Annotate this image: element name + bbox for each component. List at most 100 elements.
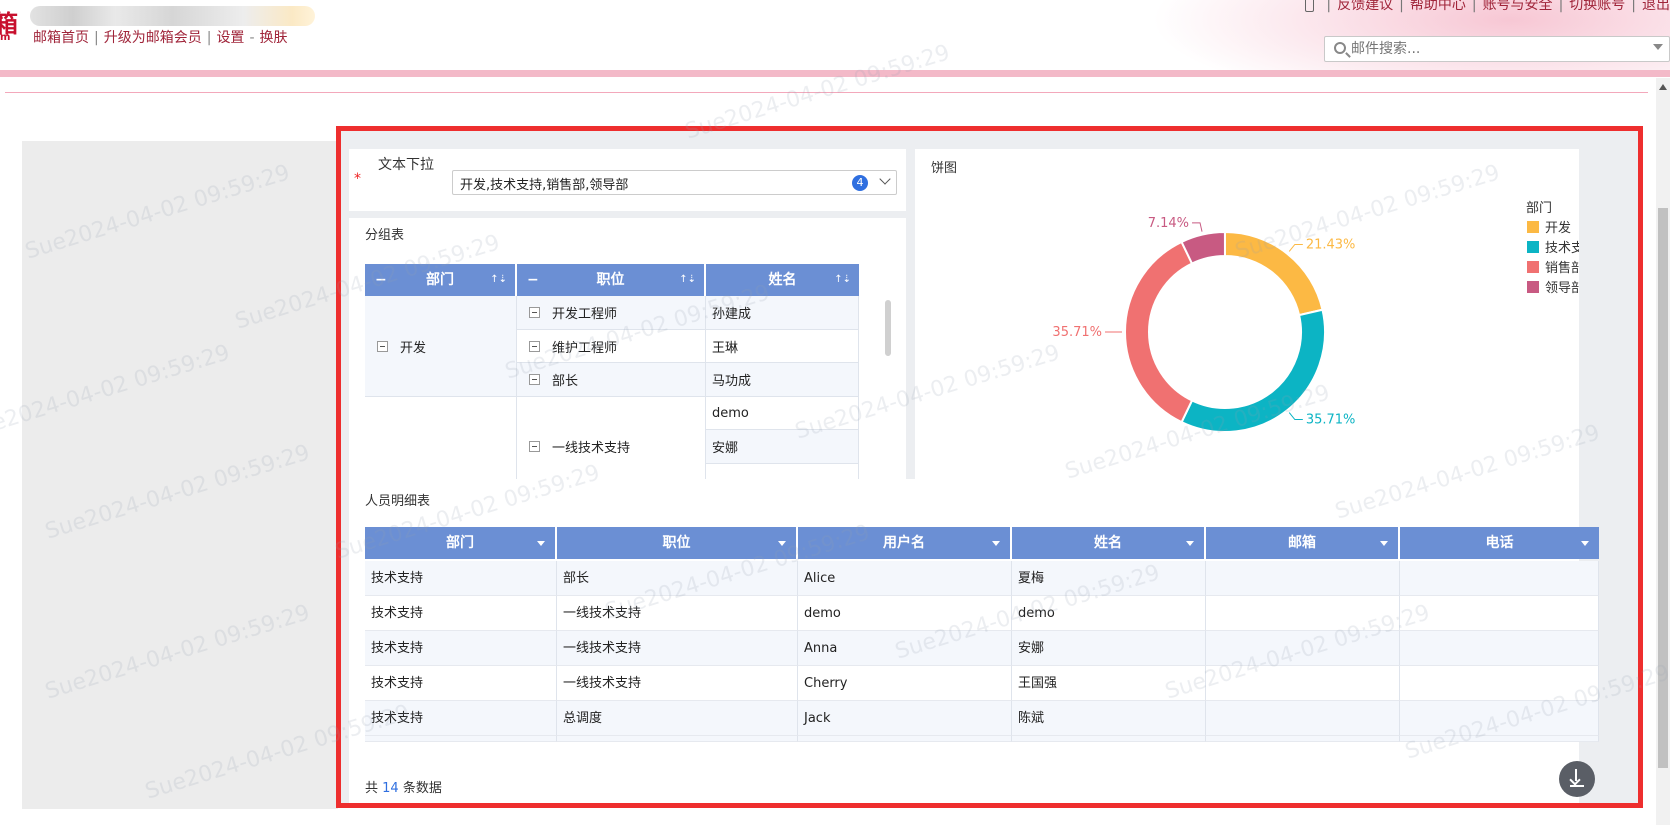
link-help-center[interactable]: 帮助中心 [1410,0,1466,13]
record-count-prefix: 共 [365,781,379,796]
cell-text: 一线技术支持 [552,441,631,456]
mail-header: 箱 m 邮箱首页 | 升级为邮箱会员 | 设置 - 换肤 | 反馈建议 | 帮助中心 | 账号与安全 |… [0,0,1670,70]
group-cell-position: 一线技术支持 [517,397,706,489]
legend-item-label[interactable]: 技术支持 [1545,241,1579,256]
link-switch-account[interactable]: 切换账号 [1569,0,1625,13]
filter-dropdown-icon[interactable] [537,541,545,546]
detail-table-cell [1400,596,1599,631]
pie-slice-2[interactable] [1124,240,1194,424]
detail-header-phone[interactable]: 电话 [1400,527,1599,559]
detail-header-position[interactable]: 职位 [557,527,798,559]
detail-header-name[interactable]: 姓名 [1012,527,1206,559]
account-name-blurred [30,6,315,26]
record-count-suffix: 条数据 [402,781,442,796]
pie-leader-line [1192,222,1203,232]
filter-dropdown-icon[interactable] [778,541,786,546]
group-table-card: 分组表 − 部门 ↑⇣ − 职位 ↑⇣ 姓名 ↑⇣ 开发 开发工程师 维护工程师… [349,218,906,489]
legend-item-label[interactable]: 开发 [1545,220,1571,236]
sort-icon[interactable]: ↑⇣ [834,264,851,296]
chevron-down-icon[interactable] [879,173,891,185]
pie-data-label: 35.71% [1052,325,1102,340]
collapse-box-icon[interactable] [529,374,540,385]
detail-table-cell: Anna [798,631,1012,666]
search-dropdown-icon[interactable] [1653,44,1663,50]
pie-leader-line [1288,243,1303,252]
collapse-box-icon[interactable] [529,340,540,352]
header-label: 电话 [1485,535,1514,551]
legend-swatch[interactable] [1527,261,1539,273]
filter-dropdown-icon[interactable] [1186,541,1194,546]
detail-table-cell [1206,701,1400,736]
detail-table-cell: demo [1012,596,1206,631]
nav-change-skin[interactable]: 换肤 [260,30,288,46]
filter-dropdown-icon[interactable] [992,541,1000,546]
collapse-icon[interactable]: − [375,264,387,296]
collapse-box-icon[interactable] [529,441,540,452]
nav-separator: | [206,30,212,46]
detail-header-username[interactable]: 用户名 [798,527,1012,559]
legend-swatch[interactable] [1527,281,1539,293]
legend-item-label[interactable]: 销售部 [1545,260,1579,276]
dashboard-highlight-frame: * 文本下拉 开发,技术支持,销售部,领导部 4 分组表 − 部门 ↑⇣ − 职… [336,126,1643,808]
top-right-links: | 反馈建议 | 帮助中心 | 账号与安全 | 切换账号 | 退出 [1305,0,1670,14]
group-header-name[interactable]: 姓名 ↑⇣ [706,264,859,296]
legend-swatch[interactable] [1527,221,1539,233]
pie-slice-1[interactable] [1180,308,1326,433]
mail-search-input[interactable] [1351,40,1651,58]
cell-text: 开发 [400,340,427,356]
header-label: 职位 [596,272,625,288]
sort-icon[interactable]: ↑⇣ [490,264,507,296]
link-logout[interactable]: 退出 [1642,0,1670,13]
nav-settings[interactable]: 设置 [216,30,244,46]
header-label: 部门 [426,272,454,288]
filter-dropdown-icon[interactable] [1380,541,1388,546]
scroll-up-icon[interactable] [1659,84,1667,90]
sort-icon[interactable]: ↑⇣ [679,264,696,296]
pie-data-label: 35.71% [1306,413,1356,428]
group-cell-name: 王琳 [706,330,859,363]
legend-item-label[interactable]: 领导部 [1545,281,1579,296]
detail-table-cell [1206,736,1400,742]
header-label: 姓名 [768,272,797,288]
detail-table-cell [1400,631,1599,666]
detail-table-cell: Alice [798,561,1012,596]
collapse-icon[interactable]: − [527,264,539,296]
scrollbar-thumb[interactable] [1658,208,1668,768]
department-multiselect[interactable]: 开发,技术支持,销售部,领导部 4 [452,170,897,195]
nav-upgrade-member[interactable]: 升级为邮箱会员 [104,30,202,46]
page-scrollbar[interactable] [1656,78,1670,825]
record-count-number: 14 [382,781,399,796]
detail-header-dept[interactable]: 部门 [365,527,557,559]
legend-swatch[interactable] [1527,241,1539,253]
collapse-box-icon[interactable] [529,307,540,318]
detail-table-cell [1400,561,1599,596]
detail-header-email[interactable]: 邮箱 [1206,527,1400,559]
link-account-security[interactable]: 账号与安全 [1483,0,1553,13]
detail-table-cell: 夏梅 [1012,561,1206,596]
link-feedback[interactable]: 反馈建议 [1337,0,1393,13]
required-mark: * [354,171,361,187]
detail-table-cell [1400,736,1599,742]
detail-table-cell: 一线技术支持 [557,631,798,666]
search-icon [1334,42,1346,54]
filter-card: * 文本下拉 开发,技术支持,销售部,领导部 4 [349,149,906,211]
phone-icon[interactable] [1305,0,1315,12]
mail-search-box[interactable] [1324,36,1670,62]
group-header-dept[interactable]: − 部门 ↑⇣ [365,264,517,296]
detail-table-cell: 一线技术支持 [557,666,798,701]
detail-table-cell: 安娜 [1012,631,1206,666]
group-cell-position: 开发工程师 [517,296,706,330]
header-divider [0,70,1670,77]
detail-table-cell [1206,631,1400,666]
left-panel [22,141,338,809]
download-button[interactable] [1559,761,1595,797]
detail-table-cell [798,736,1012,742]
detail-table-cell: Jack [798,701,1012,736]
selected-count-badge: 4 [852,175,868,191]
filter-dropdown-icon[interactable] [1581,541,1589,546]
collapse-box-icon[interactable] [377,340,388,352]
group-header-position[interactable]: − 职位 ↑⇣ [517,264,706,296]
nav-mail-home[interactable]: 邮箱首页 [33,30,89,46]
group-table-scrollbar[interactable] [885,300,891,356]
detail-table-cell [365,736,557,742]
